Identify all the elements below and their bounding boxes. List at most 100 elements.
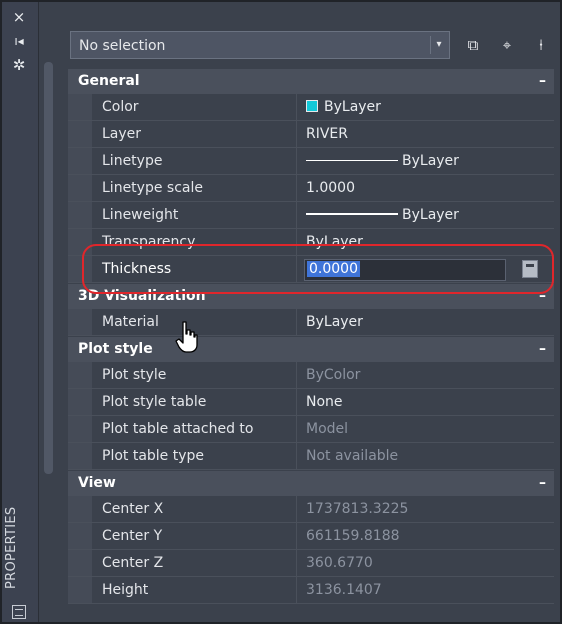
- selection-value: No selection: [79, 38, 166, 54]
- row-gutter: [68, 229, 92, 255]
- collapse-icon[interactable]: –: [539, 471, 546, 496]
- collapse-icon[interactable]: –: [539, 337, 546, 362]
- property-value[interactable]: None: [306, 389, 554, 415]
- linetype-preview: [306, 160, 398, 161]
- property-value[interactable]: RIVER: [306, 121, 554, 147]
- property-row-lineweight[interactable]: Lineweight ByLayer: [68, 202, 554, 229]
- property-row-transparency[interactable]: Transparency ByLayer: [68, 229, 554, 256]
- row-gutter: [68, 202, 92, 228]
- palette-side-strip: × ı◂ ✲ PROPERTIES: [2, 2, 39, 622]
- column-divider: [296, 229, 297, 255]
- lineweight-preview: [306, 213, 398, 215]
- palette-menu-icon[interactable]: [12, 605, 26, 619]
- column-divider: [296, 309, 297, 335]
- property-name: Lineweight: [102, 207, 179, 223]
- property-row-plot-style-table[interactable]: Plot style table None: [68, 389, 554, 416]
- hand-cursor-icon: [175, 321, 198, 353]
- property-grid: General – Color ByLayer Layer RIVER Line…: [68, 68, 554, 604]
- row-gutter: [68, 389, 92, 415]
- column-divider: [296, 362, 297, 388]
- property-name: Plot table attached to: [102, 421, 254, 437]
- property-row-plot-table-type[interactable]: Plot table type Not available: [68, 443, 554, 470]
- property-row-linetype-scale[interactable]: Linetype scale 1.0000: [68, 175, 554, 202]
- row-gutter: [68, 309, 92, 335]
- column-divider: [296, 550, 297, 576]
- property-value[interactable]: ByLayer: [306, 202, 554, 228]
- lineweight-value: ByLayer: [402, 207, 459, 223]
- thickness-input[interactable]: 0.0000: [304, 259, 506, 281]
- category-plot-style[interactable]: Plot style –: [68, 337, 554, 362]
- row-gutter: [68, 416, 92, 442]
- property-row-thickness[interactable]: Thickness 0.0000: [68, 256, 554, 283]
- selection-dropdown[interactable]: No selection ▾: [70, 31, 450, 59]
- property-row-plot-table-attached[interactable]: Plot table attached to Model: [68, 416, 554, 443]
- vertical-scrollbar[interactable]: [44, 62, 53, 474]
- column-divider: [296, 148, 297, 174]
- chevron-down-icon[interactable]: ▾: [430, 36, 447, 54]
- thickness-selected-text: 0.0000: [307, 261, 360, 277]
- quick-select-icon[interactable]: ⍿: [530, 34, 552, 56]
- property-name: Center Z: [102, 555, 164, 571]
- column-divider: [296, 523, 297, 549]
- column-divider: [296, 94, 297, 120]
- property-name: Center Y: [102, 528, 163, 544]
- row-gutter: [68, 577, 92, 603]
- column-divider: [296, 121, 297, 147]
- toggle-pickadd-icon[interactable]: ⧉: [462, 34, 484, 56]
- property-row-layer[interactable]: Layer RIVER: [68, 121, 554, 148]
- property-value[interactable]: ByLayer: [306, 94, 554, 120]
- collapse-icon[interactable]: –: [539, 284, 546, 309]
- property-name: Plot style: [102, 367, 167, 383]
- property-name: Plot table type: [102, 448, 205, 464]
- property-value: 1737813.3225: [306, 501, 409, 517]
- settings-icon[interactable]: ✲: [10, 56, 28, 74]
- property-row-plot-style[interactable]: Plot style ByColor: [68, 362, 554, 389]
- column-divider: [296, 389, 297, 415]
- property-row-linetype[interactable]: Linetype ByLayer: [68, 148, 554, 175]
- property-value[interactable]: ByLayer: [306, 148, 554, 174]
- property-name: Linetype scale: [102, 180, 203, 196]
- property-row-center-z[interactable]: Center Z 360.6770: [68, 550, 554, 577]
- category-label: General: [78, 73, 140, 89]
- calculator-icon[interactable]: [522, 260, 538, 278]
- column-divider: [296, 202, 297, 228]
- property-row-material[interactable]: Material ByLayer: [68, 309, 554, 336]
- property-value[interactable]: ByLayer: [306, 229, 554, 255]
- property-row-center-y[interactable]: Center Y 661159.8188: [68, 523, 554, 550]
- column-divider: [296, 256, 297, 282]
- selection-toolbar: No selection ▾ ⧉ ⌖ ⍿: [64, 26, 558, 66]
- row-gutter: [68, 121, 92, 147]
- row-gutter: [68, 362, 92, 388]
- category-view[interactable]: View –: [68, 471, 554, 496]
- palette-title: PROPERTIES: [4, 506, 19, 590]
- row-gutter: [68, 148, 92, 174]
- column-divider: [296, 443, 297, 469]
- property-name: Layer: [102, 126, 142, 142]
- category-label: View: [78, 475, 116, 491]
- close-icon[interactable]: ×: [10, 8, 28, 26]
- property-row-height[interactable]: Height 3136.1407: [68, 577, 554, 604]
- column-divider: [296, 577, 297, 603]
- auto-hide-icon[interactable]: ı◂: [10, 32, 28, 50]
- select-objects-icon[interactable]: ⌖: [496, 34, 518, 56]
- row-gutter: [68, 443, 92, 469]
- property-value: 3136.1407: [306, 582, 382, 598]
- collapse-icon[interactable]: –: [539, 69, 546, 94]
- property-row-center-x[interactable]: Center X 1737813.3225: [68, 496, 554, 523]
- category-label: Plot style: [78, 341, 153, 357]
- color-value: ByLayer: [324, 99, 381, 115]
- property-value: Model: [306, 421, 349, 437]
- property-name: Center X: [102, 501, 164, 517]
- property-row-color[interactable]: Color ByLayer: [68, 94, 554, 121]
- property-value: 661159.8188: [306, 528, 400, 544]
- property-name: Plot style table: [102, 394, 207, 410]
- row-gutter: [68, 550, 92, 576]
- row-gutter: [68, 94, 92, 120]
- property-value: ByColor: [306, 367, 361, 383]
- category-general[interactable]: General –: [68, 69, 554, 94]
- property-name: Thickness: [102, 261, 172, 277]
- property-value[interactable]: ByLayer: [306, 309, 554, 335]
- property-value: Not available: [306, 448, 399, 464]
- property-value[interactable]: 1.0000: [306, 175, 554, 201]
- category-3d-visualization[interactable]: 3D Visualization –: [68, 284, 554, 309]
